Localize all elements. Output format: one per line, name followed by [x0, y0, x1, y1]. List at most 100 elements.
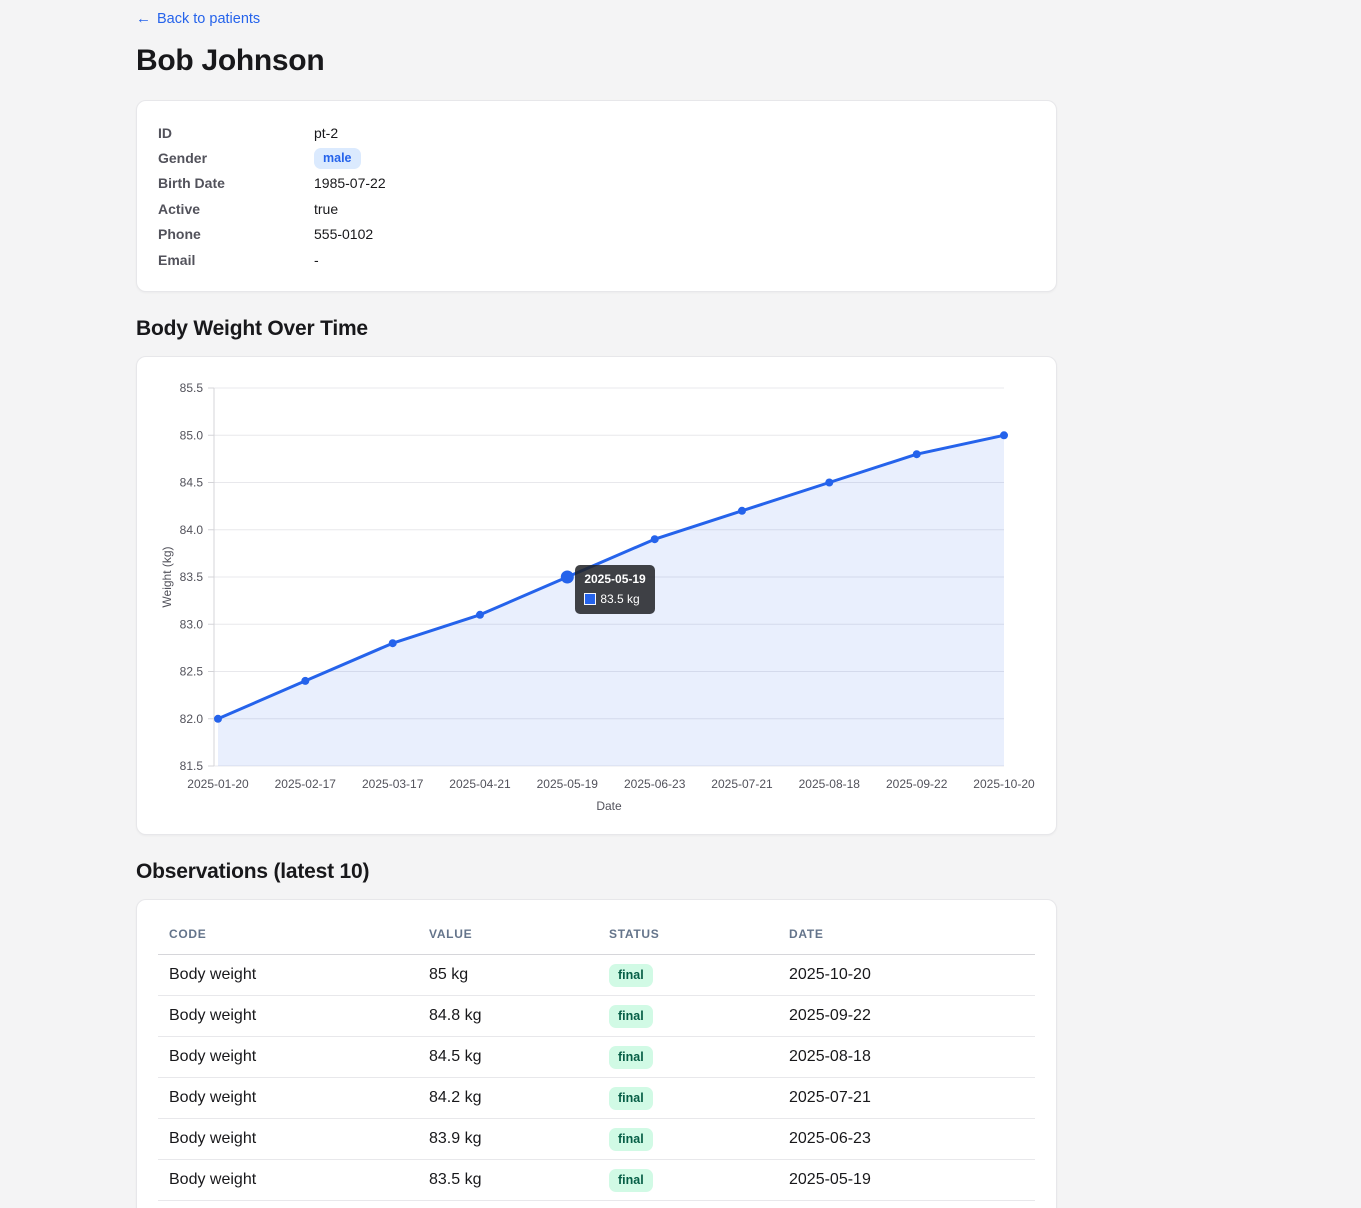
table-row: Body weight 85 kg final 2025-10-20: [158, 954, 1035, 997]
table-row: Body weight83.1 kgfinal2025-04-21: [158, 1200, 1035, 1208]
svg-text:81.5: 81.5: [180, 759, 204, 773]
field-value: pt-2: [314, 124, 339, 141]
field-label: Active: [158, 200, 201, 217]
cell-code: Body weight: [158, 1077, 418, 1120]
status-badge: final: [609, 1004, 653, 1028]
cell-date: 2025-08-18: [778, 1036, 1035, 1079]
svg-text:84.5: 84.5: [180, 476, 204, 490]
weight-chart[interactable]: 81.5 82.0 82.5 83.0 83.5 84.0 84.5 85.0 85.5 2025…: [137, 357, 1056, 834]
data-point[interactable]: [1000, 431, 1008, 440]
patient-field-row: Birth Date 1985-07-22: [158, 171, 1035, 196]
cell-code: Body weight: [158, 995, 418, 1038]
field-value: 555-0102: [314, 226, 374, 243]
patient-info-card: ID pt-2 Gender male Birth Date 1985-07-22 Acti…: [136, 100, 1057, 293]
svg-text:82.0: 82.0: [180, 712, 204, 726]
svg-text:2025-07-21: 2025-07-21: [711, 777, 773, 791]
data-point[interactable]: [388, 639, 397, 648]
svg-text:2025-04-21: 2025-04-21: [449, 777, 511, 791]
cell-status: final: [598, 1200, 778, 1208]
cell-value: 83.1 kg: [418, 1200, 598, 1208]
cell-value: 84.2 kg: [418, 1077, 598, 1120]
status-badge: final: [609, 1045, 653, 1069]
patient-field-row: ID pt-2: [158, 120, 1035, 145]
field-value: male: [314, 147, 361, 169]
svg-text:2025-05-19: 2025-05-19: [537, 777, 599, 791]
table-row: Body weight 84.5 kg final 2025-08-18: [158, 1036, 1035, 1079]
cell-value: 83.5 kg: [418, 1159, 598, 1202]
cell-code: Body weight: [158, 1159, 418, 1202]
column-header-value: VALUE: [418, 900, 598, 956]
data-point[interactable]: [560, 570, 574, 584]
field-label: Birth Date: [158, 175, 225, 192]
status-badge: final: [609, 1168, 653, 1192]
cell-date: 2025-04-21: [778, 1200, 1035, 1208]
cell-status: final: [598, 1118, 778, 1161]
svg-text:2025-09-22: 2025-09-22: [886, 777, 948, 791]
status-badge: final: [609, 963, 653, 987]
cell-date: 2025-07-21: [778, 1077, 1035, 1120]
back-to-patients-link[interactable]: ← Back to patients: [136, 10, 260, 27]
patient-detail-page: ← Back to patients Bob Johnson ID pt-2 Gen…: [136, 0, 1057, 1208]
observations-section-title: Observations (latest 10): [136, 860, 370, 884]
cell-code: Body weight: [158, 954, 418, 997]
cell-date: 2025-06-23: [778, 1118, 1035, 1161]
status-badge: final: [609, 1086, 653, 1110]
svg-text:2025-01-20: 2025-01-20: [187, 777, 249, 791]
back-arrow-icon: ←: [136, 10, 151, 27]
column-header-date: DATE: [778, 900, 1035, 956]
cell-code: Body weight: [158, 1200, 418, 1208]
cell-date: 2025-05-19: [778, 1159, 1035, 1202]
svg-text:Date: Date: [596, 799, 622, 813]
svg-text:2025-02-17: 2025-02-17: [275, 777, 337, 791]
field-label: Email: [158, 251, 196, 268]
cell-date: 2025-09-22: [778, 995, 1035, 1038]
svg-text:Weight (kg): Weight (kg): [160, 547, 174, 608]
column-header-code: CODE: [158, 900, 418, 956]
data-point[interactable]: [301, 677, 310, 686]
cell-date: 2025-10-20: [778, 954, 1035, 997]
svg-text:2025-10-20: 2025-10-20: [973, 777, 1035, 791]
table-row: Body weight 83.5 kg final 2025-05-19: [158, 1159, 1035, 1202]
svg-text:2025-06-23: 2025-06-23: [624, 777, 686, 791]
gender-badge: male: [314, 147, 361, 169]
field-value: -: [314, 251, 319, 268]
field-value: true: [314, 200, 339, 217]
field-label: Phone: [158, 226, 201, 243]
cell-status: final: [598, 1159, 778, 1202]
cell-code: Body weight: [158, 1118, 418, 1161]
table-row: Body weight 84.2 kg final 2025-07-21: [158, 1077, 1035, 1120]
cell-value: 84.5 kg: [418, 1036, 598, 1079]
patient-field-row: Active true: [158, 196, 1035, 221]
back-link-label: Back to patients: [157, 10, 261, 27]
cell-status: final: [598, 995, 778, 1038]
data-point[interactable]: [476, 611, 484, 620]
svg-text:83.0: 83.0: [180, 618, 204, 632]
data-point[interactable]: [650, 535, 659, 544]
table-header-row: CODE VALUE STATUS DATE: [158, 900, 1035, 956]
cell-status: final: [598, 1036, 778, 1079]
patient-field-row: Email -: [158, 247, 1035, 272]
patient-field-row: Phone 555-0102: [158, 222, 1035, 247]
cell-value: 83.9 kg: [418, 1118, 598, 1161]
svg-text:85.0: 85.0: [180, 429, 204, 443]
svg-text:2025-03-17: 2025-03-17: [362, 777, 424, 791]
data-point[interactable]: [825, 478, 834, 487]
data-point[interactable]: [738, 507, 746, 516]
svg-text:84.0: 84.0: [180, 523, 204, 537]
field-label: ID: [158, 124, 172, 141]
chart-card: 81.5 82.0 82.5 83.0 83.5 84.0 84.5 85.0 85.5 2025…: [136, 356, 1057, 836]
observations-card: CODE VALUE STATUS DATE Body weight 85 kg fina…: [136, 899, 1057, 1208]
page-title: Bob Johnson: [136, 44, 325, 77]
cell-code: Body weight: [158, 1036, 418, 1079]
patient-field-list: ID pt-2 Gender male Birth Date 1985-07-22 Acti…: [158, 120, 1035, 272]
cell-value: 84.8 kg: [418, 995, 598, 1038]
cell-value: 85 kg: [418, 954, 598, 997]
field-label: Gender: [158, 150, 208, 167]
chart-section-title: Body Weight Over Time: [136, 317, 368, 341]
table-row: Body weight 83.9 kg final 2025-06-23: [158, 1118, 1035, 1161]
field-value: 1985-07-22: [314, 175, 386, 192]
svg-text:82.5: 82.5: [180, 665, 204, 679]
data-point[interactable]: [912, 450, 921, 459]
data-point[interactable]: [214, 715, 222, 724]
svg-text:85.5: 85.5: [180, 381, 204, 395]
